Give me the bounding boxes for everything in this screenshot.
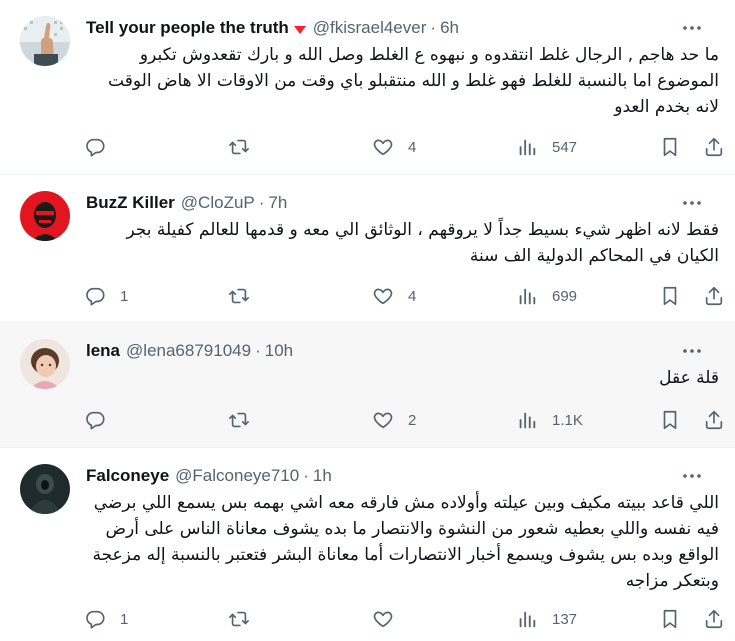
action-bar: 4 547: [82, 132, 725, 162]
avatar[interactable]: [20, 464, 70, 514]
view-count: 547: [552, 138, 578, 156]
more-icon[interactable]: [679, 191, 705, 215]
reply-button[interactable]: 1: [84, 281, 128, 311]
display-name[interactable]: BuzZ Killer: [86, 193, 175, 213]
views-button[interactable]: 1.1K: [516, 405, 583, 435]
bookmark-button[interactable]: [659, 405, 681, 435]
avatar[interactable]: [20, 16, 70, 66]
view-count: 699: [552, 287, 578, 305]
user-handle[interactable]: @Falconeye710: [175, 466, 299, 486]
bookmark-button[interactable]: [659, 604, 681, 634]
share-icon: [705, 609, 723, 629]
like-button[interactable]: [372, 604, 408, 634]
tweet-text: فقط لانه اظهر شيء بسيط جداً لا يروقهم ، …: [126, 220, 719, 266]
retweet-icon: [229, 288, 249, 304]
share-button[interactable]: [703, 132, 725, 162]
view-count: 1.1K: [552, 411, 583, 429]
display-name[interactable]: Tell your people the truth: [86, 18, 289, 38]
views-icon: [519, 139, 536, 156]
share-button[interactable]: [703, 604, 725, 634]
like-button[interactable]: 4: [372, 132, 416, 162]
retweet-button[interactable]: [228, 281, 250, 311]
tweet[interactable]: lena @lena68791049 · 10h قلة عقل 2 1.1K: [0, 323, 735, 448]
more-icon[interactable]: [679, 339, 705, 363]
timestamp[interactable]: 10h: [265, 341, 293, 361]
bookmark-icon: [663, 410, 677, 430]
bookmark-icon: [663, 286, 677, 306]
tweet[interactable]: Tell your people the truth @fkisrael4eve…: [0, 0, 735, 175]
bookmark-button[interactable]: [659, 281, 681, 311]
action-bar: 1 4 699: [82, 281, 725, 311]
reply-button[interactable]: [84, 132, 120, 162]
views-icon: [519, 288, 536, 305]
like-button[interactable]: 4: [372, 281, 416, 311]
action-bar: 2 1.1K: [82, 405, 725, 435]
share-button[interactable]: [703, 405, 725, 435]
retweet-button[interactable]: [228, 132, 250, 162]
views-icon: [519, 412, 536, 429]
user-handle[interactable]: @lena68791049: [126, 341, 251, 361]
reply-button[interactable]: [84, 405, 120, 435]
tweet-text: ما حد هاجم , الرجال غلط انتقدوه و نبهوه …: [108, 45, 719, 117]
timestamp[interactable]: 7h: [268, 193, 287, 213]
retweet-icon: [229, 611, 249, 627]
share-icon: [705, 137, 723, 157]
view-count: 137: [552, 610, 578, 628]
reply-feed: Tell your people the truth @fkisrael4eve…: [0, 0, 735, 641]
separator-dot: ·: [430, 18, 437, 37]
like-count: 4: [408, 287, 417, 305]
avatar[interactable]: [20, 339, 70, 389]
like-button[interactable]: 2: [372, 405, 416, 435]
action-bar: 1 137: [82, 604, 725, 634]
views-button[interactable]: 547: [516, 132, 577, 162]
retweet-icon: [229, 139, 249, 155]
bookmark-button[interactable]: [659, 132, 681, 162]
retweet-button[interactable]: [228, 604, 250, 634]
reply-icon: [86, 411, 105, 430]
more-icon[interactable]: [679, 464, 705, 488]
share-button[interactable]: [703, 281, 725, 311]
tweet[interactable]: Falconeye @Falconeye710 · 1h اللي قاعد ب…: [0, 448, 735, 641]
user-handle[interactable]: @fkisrael4ever: [313, 18, 427, 38]
tweet[interactable]: BuzZ Killer @CloZuP · 7h فقط لانه اظهر ش…: [0, 175, 735, 323]
reply-button[interactable]: 1: [84, 604, 128, 634]
display-name[interactable]: lena: [86, 341, 120, 361]
separator-dot: ·: [258, 193, 265, 212]
like-icon: [373, 139, 393, 156]
tweet-text: اللي قاعد ببيته مكيف وبين عيلته وأولاده …: [92, 493, 719, 591]
views-button[interactable]: 137: [516, 604, 577, 634]
more-icon[interactable]: [679, 16, 705, 40]
avatar[interactable]: [20, 191, 70, 241]
bookmark-icon: [663, 137, 677, 157]
reply-count: 1: [120, 287, 129, 305]
reply-icon: [86, 610, 105, 629]
share-icon: [705, 410, 723, 430]
like-count: 4: [408, 138, 417, 156]
like-icon: [373, 288, 393, 305]
retweet-button[interactable]: [228, 405, 250, 435]
reply-icon: [86, 287, 105, 306]
timestamp[interactable]: 6h: [440, 18, 459, 38]
reply-icon: [86, 138, 105, 157]
retweet-icon: [229, 412, 249, 428]
display-name[interactable]: Falconeye: [86, 466, 169, 486]
tweet-text: قلة عقل: [659, 368, 719, 388]
share-icon: [705, 286, 723, 306]
separator-dot: ·: [255, 341, 261, 360]
reply-count: 1: [120, 610, 129, 628]
like-count: 2: [408, 411, 417, 429]
views-icon: [519, 611, 536, 628]
user-handle[interactable]: @CloZuP: [181, 193, 255, 213]
views-button[interactable]: 699: [516, 281, 577, 311]
like-icon: [373, 412, 393, 429]
heart-badge-icon: [293, 21, 307, 35]
bookmark-icon: [663, 609, 677, 629]
timestamp[interactable]: 1h: [313, 466, 332, 486]
like-icon: [373, 611, 393, 628]
separator-dot: ·: [303, 466, 309, 485]
